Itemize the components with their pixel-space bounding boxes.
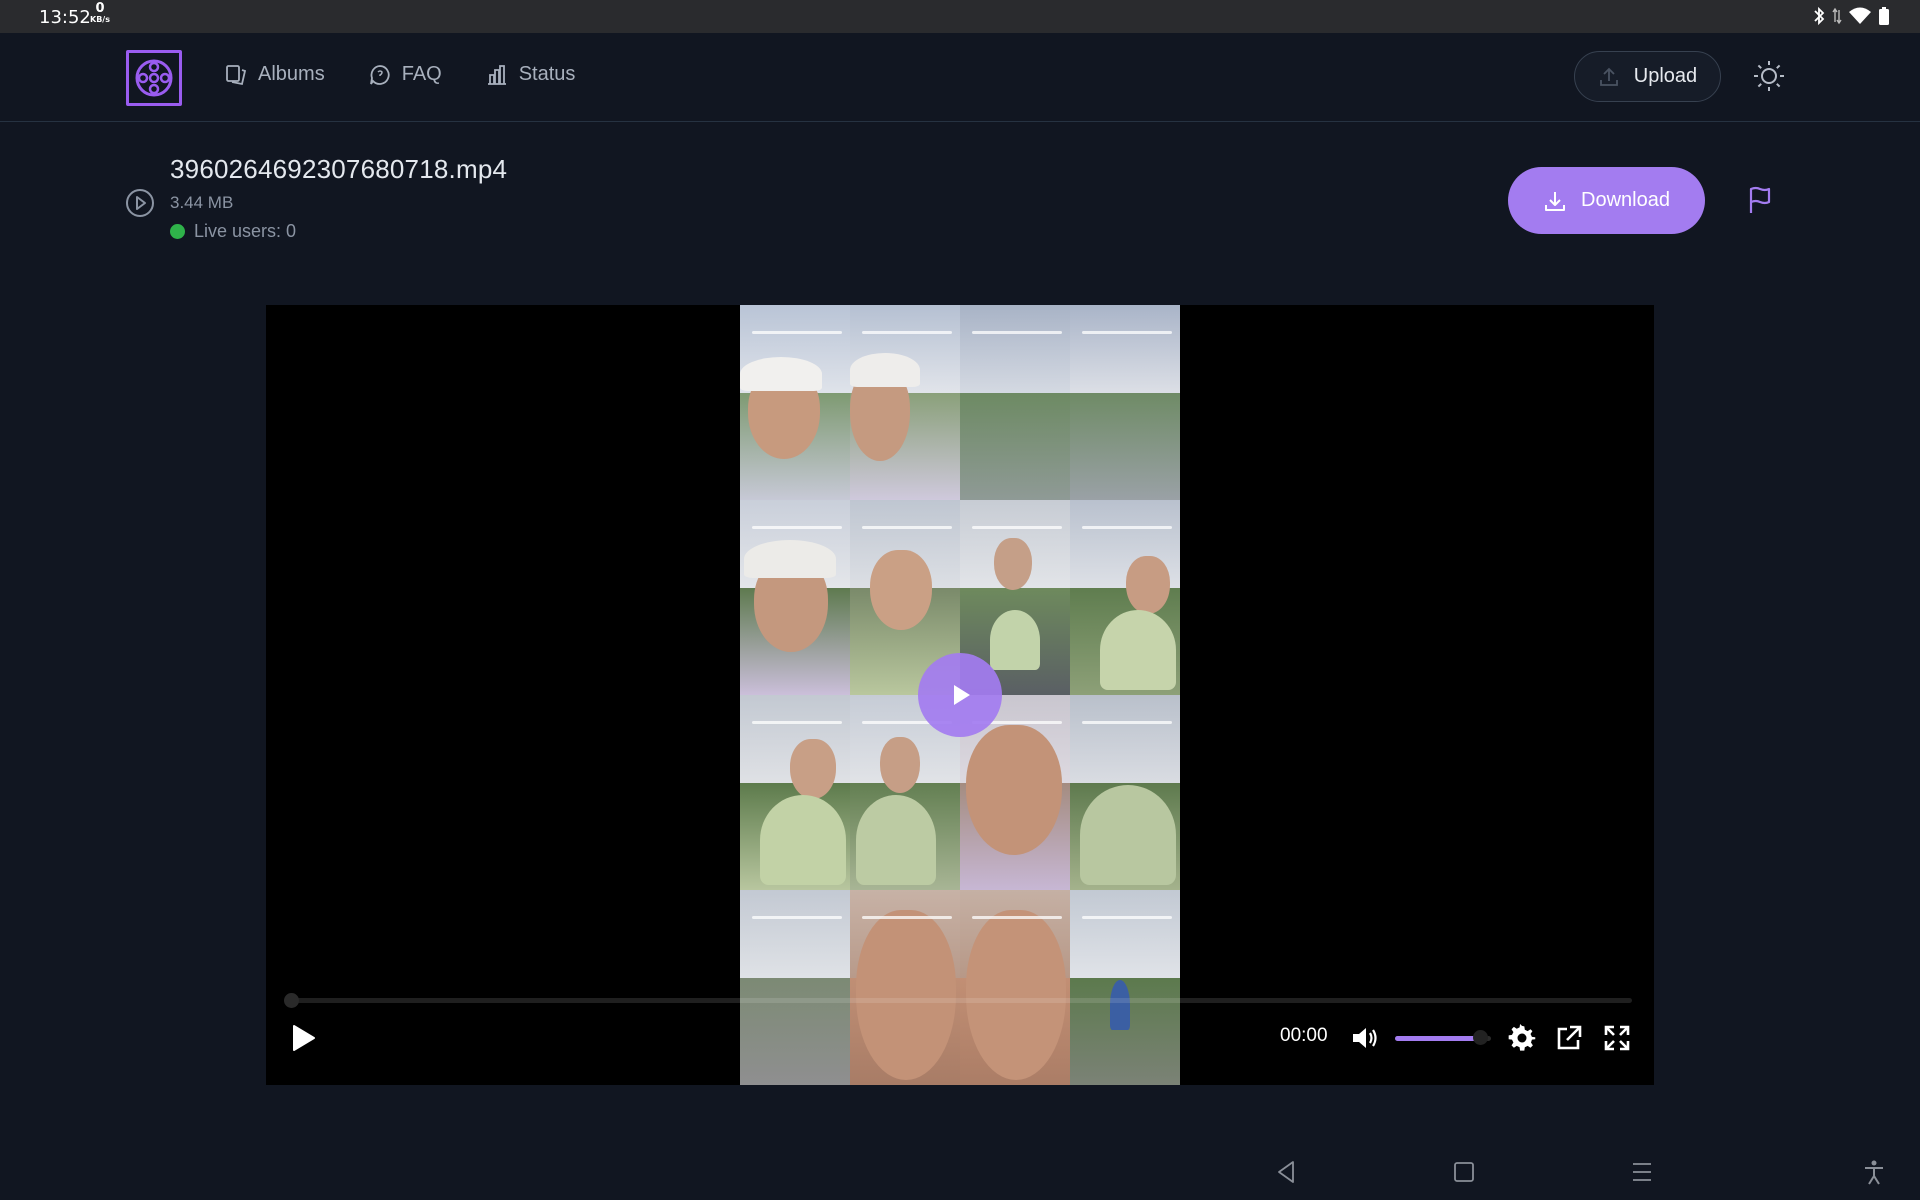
video-thumbnail-tile [740, 695, 850, 890]
fullscreen-icon [1604, 1025, 1630, 1051]
wifi-icon [1848, 6, 1872, 26]
video-thumbnail-tile [850, 890, 960, 1085]
data-arrows-icon [1832, 6, 1842, 26]
system-icons [1812, 6, 1890, 26]
home-square-icon [1454, 1162, 1474, 1182]
android-status-bar: 13:52 0 KB/s [0, 0, 1920, 33]
network-speed-unit: KB/s [90, 15, 110, 24]
faq-chat-icon [369, 64, 390, 85]
recents-menu-icon [1633, 1163, 1651, 1181]
play-button[interactable] [288, 1021, 318, 1055]
flag-icon [1749, 186, 1771, 213]
bluetooth-icon [1812, 6, 1826, 26]
video-player[interactable]: 00:00 [266, 305, 1654, 1085]
external-link-icon [1557, 1025, 1582, 1050]
live-users: Live users: 0 [170, 221, 296, 242]
mute-button[interactable] [1350, 1024, 1380, 1057]
accessibility-icon [1865, 1160, 1883, 1185]
upload-icon [1599, 67, 1618, 86]
download-button[interactable]: Download [1508, 167, 1705, 234]
download-button-label: Download [1581, 189, 1670, 211]
nav-albums-label: Albums [258, 63, 325, 85]
live-indicator-dot [170, 224, 185, 239]
android-nav-bar [0, 1146, 1920, 1200]
video-thumbnail-tile [740, 305, 850, 500]
accessibility-button[interactable] [1862, 1158, 1886, 1191]
play-icon [293, 1025, 315, 1051]
video-file-icon [125, 188, 155, 223]
video-thumbnail-tile [1070, 695, 1180, 890]
nav-albums[interactable]: Albums [225, 63, 325, 86]
status-time: 13:52 [39, 7, 91, 28]
seek-thumb[interactable] [284, 993, 299, 1008]
video-thumbnail-tile [960, 890, 1070, 1085]
volume-level [1395, 1036, 1482, 1041]
nav-faq[interactable]: FAQ [369, 63, 442, 86]
current-time: 00:00 [1280, 1025, 1328, 1046]
video-thumbnail-tile [850, 305, 960, 500]
network-speed: 0 KB/s [90, 1, 110, 25]
film-reel-icon [135, 59, 173, 97]
file-size: 3.44 MB [170, 193, 234, 212]
video-thumbnail-tile [740, 890, 850, 1085]
back-triangle-icon [1278, 1161, 1294, 1183]
settings-button[interactable] [1508, 1024, 1536, 1057]
report-flag-button[interactable] [1745, 185, 1775, 215]
big-play-button[interactable] [918, 653, 1002, 737]
upload-button[interactable]: Upload [1574, 51, 1721, 102]
theme-toggle-button[interactable] [1753, 60, 1785, 92]
video-thumbnail-tile [1070, 305, 1180, 500]
play-icon [954, 685, 970, 705]
back-button[interactable] [1275, 1158, 1297, 1191]
gear-icon [1508, 1024, 1536, 1051]
site-logo[interactable] [126, 50, 182, 106]
upload-button-label: Upload [1633, 65, 1698, 87]
live-users-label: Live users: 0 [194, 221, 297, 241]
nav-status[interactable]: Status [486, 63, 576, 86]
nav-status-label: Status [518, 63, 576, 85]
volume-thumb[interactable] [1473, 1030, 1488, 1045]
recents-button[interactable] [1630, 1158, 1654, 1191]
albums-icon [226, 64, 247, 85]
download-icon [1545, 191, 1566, 211]
seek-bar[interactable] [292, 998, 1632, 1003]
main-nav: Albums FAQ Status [225, 63, 575, 86]
home-button[interactable] [1452, 1158, 1476, 1191]
video-thumbnail-tile [960, 305, 1070, 500]
status-chart-icon [487, 64, 506, 85]
network-speed-value: 0 [95, 1, 105, 16]
fullscreen-button[interactable] [1603, 1024, 1631, 1057]
volume-icon [1353, 1028, 1377, 1048]
file-name: 3960264692307680718.mp4 [170, 154, 508, 184]
battery-icon [1878, 6, 1890, 26]
popout-button[interactable] [1555, 1024, 1583, 1057]
sun-icon [1754, 61, 1784, 91]
nav-faq-label: FAQ [401, 63, 442, 85]
video-thumbnail-tile [740, 500, 850, 695]
video-thumbnail-tile [1070, 500, 1180, 695]
site-header: Albums FAQ Status Upload [0, 33, 1920, 122]
video-thumbnail-tile [1070, 890, 1180, 1085]
